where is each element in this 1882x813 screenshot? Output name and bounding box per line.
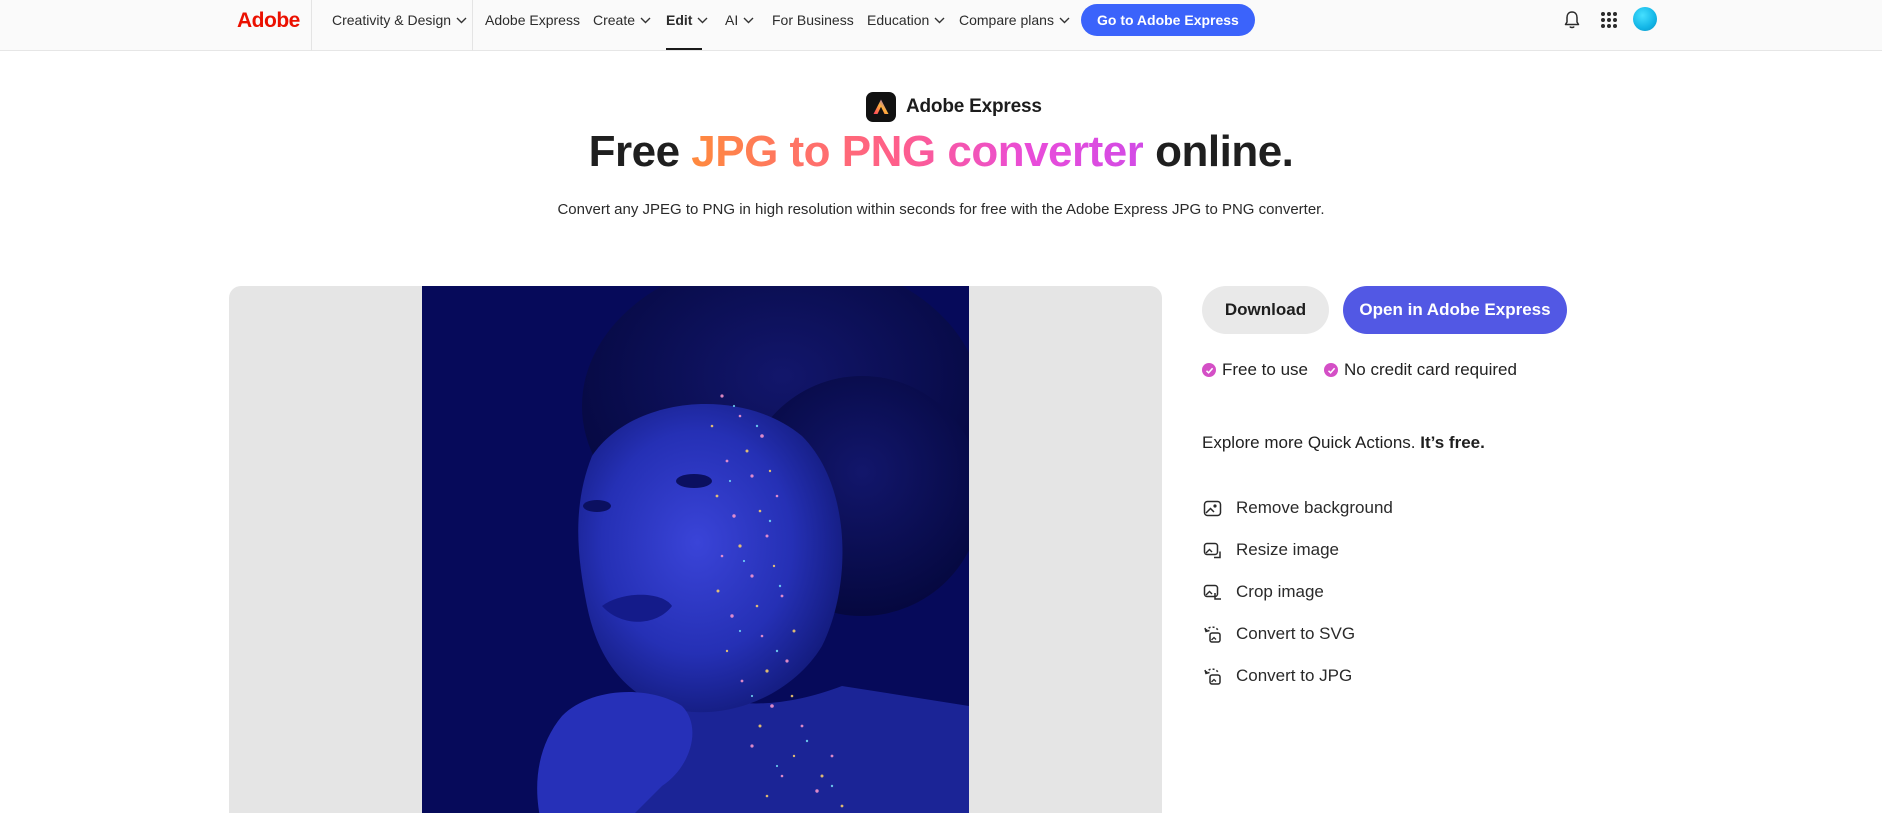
quick-action-convert-to-jpg[interactable]: Convert to JPG bbox=[1202, 655, 1393, 697]
chevron-down-icon bbox=[1059, 17, 1070, 24]
download-button[interactable]: Download bbox=[1202, 286, 1329, 334]
nav-item-adobe-express[interactable]: Adobe Express bbox=[485, 12, 580, 28]
title-prefix: Free bbox=[588, 127, 692, 176]
chevron-down-icon bbox=[456, 17, 467, 24]
active-tab-indicator bbox=[666, 48, 702, 50]
go-to-adobe-express-button[interactable]: Go to Adobe Express bbox=[1081, 4, 1255, 36]
chevron-down-icon bbox=[640, 17, 651, 24]
quick-action-crop-image[interactable]: Crop image bbox=[1202, 571, 1393, 613]
check-label: No credit card required bbox=[1344, 360, 1517, 379]
quick-action-resize-image[interactable]: Resize image bbox=[1202, 529, 1393, 571]
chevron-down-icon bbox=[743, 17, 754, 24]
brand-name: Adobe Express bbox=[906, 96, 1042, 117]
quick-action-label: Remove background bbox=[1236, 498, 1393, 517]
nav-item-label: AI bbox=[725, 12, 739, 28]
checkmark-icon bbox=[1202, 363, 1216, 377]
quick-action-label: Resize image bbox=[1236, 540, 1339, 559]
nav-item-creativity-design[interactable]: Creativity & Design bbox=[332, 12, 467, 28]
explore-text: Explore more Quick Actions. bbox=[1202, 433, 1421, 452]
nav-item-education[interactable]: Education bbox=[867, 12, 945, 28]
bell-icon[interactable] bbox=[1563, 10, 1581, 30]
check-item-free: Free to use bbox=[1202, 360, 1308, 380]
checkmark-icon bbox=[1324, 363, 1338, 377]
resize-image-icon bbox=[1202, 540, 1222, 560]
nav-item-label: Edit bbox=[666, 12, 693, 28]
feature-checks: Free to use No credit card required bbox=[1202, 360, 1517, 380]
quick-action-convert-to-svg[interactable]: Convert to SVG bbox=[1202, 613, 1393, 655]
quick-action-label: Crop image bbox=[1236, 582, 1324, 601]
convert-icon bbox=[1202, 624, 1222, 644]
convert-icon bbox=[1202, 666, 1222, 686]
nav-item-label: For Business bbox=[772, 12, 854, 28]
app-grid-icon[interactable] bbox=[1600, 11, 1618, 29]
quick-action-label: Convert to JPG bbox=[1236, 666, 1353, 685]
check-label: Free to use bbox=[1222, 360, 1308, 379]
product-brand: Adobe Express bbox=[866, 92, 1042, 122]
preview-photo bbox=[422, 286, 969, 813]
explore-quick-actions-heading: Explore more Quick Actions. It’s free. bbox=[1202, 433, 1485, 453]
title-highlight: JPG to PNG converter bbox=[691, 127, 1144, 176]
remove-background-icon bbox=[1202, 498, 1222, 518]
open-in-adobe-express-button[interactable]: Open in Adobe Express bbox=[1343, 286, 1567, 334]
chevron-down-icon bbox=[697, 17, 708, 24]
title-suffix: online. bbox=[1143, 127, 1294, 176]
nav-item-create[interactable]: Create bbox=[593, 12, 651, 28]
nav-item-compare-plans[interactable]: Compare plans bbox=[959, 12, 1070, 28]
nav-item-label: Creativity & Design bbox=[332, 12, 452, 28]
chevron-down-icon bbox=[934, 17, 945, 24]
page-subtitle: Convert any JPEG to PNG in high resoluti… bbox=[557, 201, 1325, 218]
image-preview-panel bbox=[229, 286, 1162, 813]
adobe-logo[interactable]: Adobe bbox=[237, 9, 300, 33]
nav-divider bbox=[311, 0, 312, 51]
nav-divider bbox=[472, 0, 473, 51]
quick-action-label: Convert to SVG bbox=[1236, 624, 1356, 643]
quick-action-remove-background[interactable]: Remove background bbox=[1202, 487, 1393, 529]
nav-item-edit[interactable]: Edit bbox=[666, 12, 708, 28]
explore-bold: It’s free. bbox=[1420, 433, 1485, 452]
avatar[interactable] bbox=[1633, 7, 1657, 31]
quick-actions-list: Remove background Resize image Crop imag… bbox=[1202, 487, 1393, 697]
nav-item-ai[interactable]: AI bbox=[725, 12, 754, 28]
adobe-express-app-icon bbox=[866, 92, 896, 122]
nav-item-for-business[interactable]: For Business bbox=[772, 12, 854, 28]
nav-item-label: Education bbox=[867, 12, 930, 28]
nav-item-label: Create bbox=[593, 12, 636, 28]
check-item-no-credit-card: No credit card required bbox=[1324, 360, 1517, 380]
page-title: Free JPG to PNG converter online. bbox=[0, 127, 1882, 177]
nav-item-label: Adobe Express bbox=[485, 12, 580, 28]
nav-item-label: Compare plans bbox=[959, 12, 1054, 28]
top-navigation: Adobe Creativity & Design Adobe Express … bbox=[0, 0, 1882, 51]
crop-image-icon bbox=[1202, 582, 1222, 602]
